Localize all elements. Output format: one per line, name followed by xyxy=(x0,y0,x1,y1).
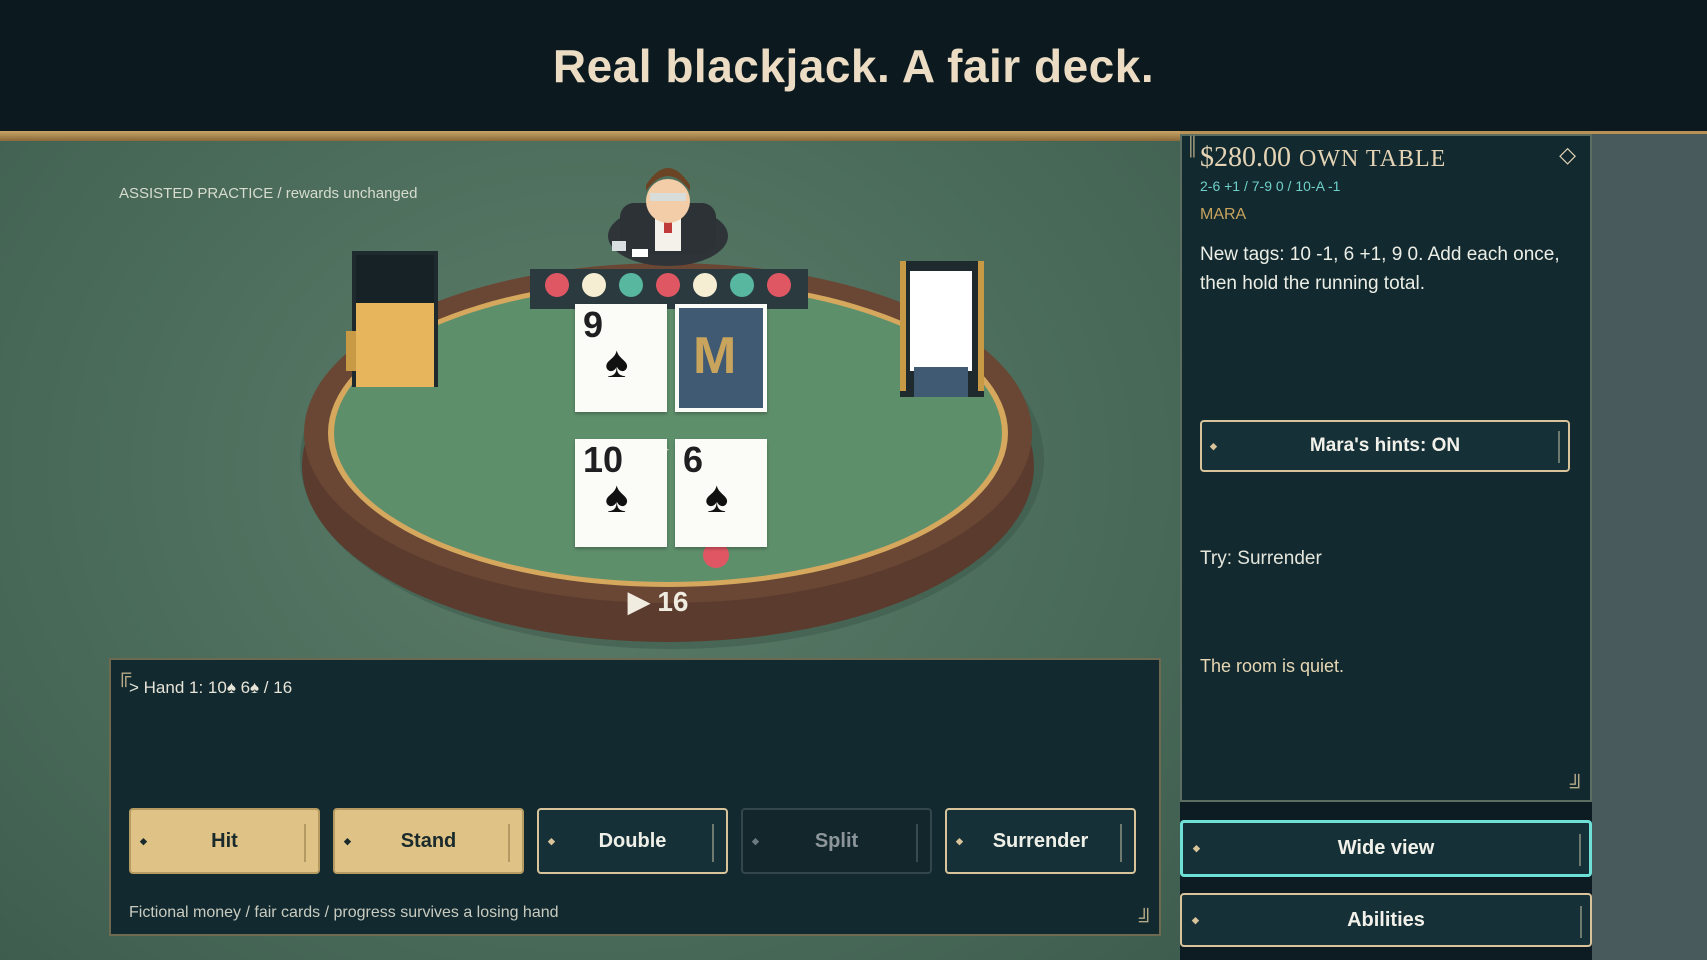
card-shoe xyxy=(346,251,438,387)
corner-mark-icon: ╝ xyxy=(1138,909,1153,931)
diamond-icon: ◆ xyxy=(752,836,759,846)
corner-mark-icon: ╝ xyxy=(1569,775,1584,797)
dealer-figure xyxy=(608,168,728,266)
button-divider xyxy=(916,824,918,862)
hand-log: > Hand 1: 10♠ 6♠ / 16 xyxy=(129,678,293,697)
button-divider xyxy=(1579,834,1581,866)
card-rank: 9 xyxy=(583,304,604,345)
bankroll: $280.00 OWN TABLE xyxy=(1200,142,1446,174)
count-tags: 2-6 +1 / 7-9 0 / 10-A -1 xyxy=(1200,178,1341,194)
speaker-name: MARA xyxy=(1200,206,1247,223)
button-divider xyxy=(1558,431,1560,463)
hints-toggle-button[interactable]: ◆ Mara's hints: ON xyxy=(1200,420,1570,472)
wide-view-label: Wide view xyxy=(1337,837,1435,859)
player-card-1: 10 ♠ xyxy=(575,439,667,547)
double-button[interactable]: ◆ Double xyxy=(537,808,728,874)
button-divider xyxy=(1120,824,1122,862)
spade-icon: ♠ xyxy=(605,338,629,387)
action-console: ╔ > Hand 1: 10♠ 6♠ / 16 ◆ Hit ◆ Stand ◆ … xyxy=(109,658,1161,936)
diamond-icon: ◆ xyxy=(548,836,555,846)
console-footnote: Fictional money / fair cards / progress … xyxy=(129,904,559,921)
banner-title: Real blackjack. A fair deck. xyxy=(552,39,1155,92)
gold-rail xyxy=(0,131,1180,141)
info-panel: ║ $280.00 OWN TABLE ◇ 2-6 +1 / 7-9 0 / 10… xyxy=(1180,134,1592,802)
dealer-card-1: 9 ♠ xyxy=(575,304,667,412)
hit-button[interactable]: ◆ Hit xyxy=(129,808,320,874)
diamond-icon: ◆ xyxy=(956,836,963,846)
card-back-mark: M xyxy=(693,327,737,385)
split-button[interactable]: ◆ Split xyxy=(741,808,932,874)
surrender-button[interactable]: ◆ Surrender xyxy=(945,808,1136,874)
spade-icon: ♠ xyxy=(605,473,629,522)
button-divider xyxy=(508,824,510,862)
stand-button[interactable]: ◆ Stand xyxy=(333,808,524,874)
hit-label: Hit xyxy=(211,829,238,852)
diamond-icon: ◆ xyxy=(1192,915,1199,925)
discard-tray xyxy=(900,261,984,397)
card-rank: 6 xyxy=(683,439,704,480)
diamond-icon[interactable]: ◇ xyxy=(1559,142,1576,168)
diamond-icon: ◆ xyxy=(140,836,147,846)
bankroll-amount: $280.00 xyxy=(1200,142,1291,173)
coach-tip: New tags: 10 -1, 6 +1, 9 0. Add each onc… xyxy=(1200,244,1560,294)
room-status: The room is quiet. xyxy=(1200,656,1345,676)
hints-label: Mara's hints: ON xyxy=(1309,435,1461,456)
side-strip xyxy=(1592,134,1707,960)
button-divider xyxy=(712,824,714,862)
spade-icon: ♠ xyxy=(705,473,729,522)
stand-label: Stand xyxy=(400,829,457,852)
button-divider xyxy=(1580,906,1582,938)
player-card-2: 6 ♠ xyxy=(675,439,767,547)
top-banner: Real blackjack. A fair deck. xyxy=(0,0,1707,131)
diamond-icon: ◆ xyxy=(1193,843,1200,853)
suggestion-text: Try: Surrender xyxy=(1200,548,1322,569)
wide-view-button[interactable]: ◆ Wide view xyxy=(1180,820,1592,877)
corner-mark-icon: ║ xyxy=(1186,136,1199,156)
button-divider xyxy=(304,824,306,862)
abilities-button[interactable]: ◆ Abilities xyxy=(1180,893,1592,947)
practice-note: ASSISTED PRACTICE / rewards unchanged xyxy=(119,185,418,202)
table-name: OWN TABLE xyxy=(1299,146,1447,172)
hand-total: ▶ 16 xyxy=(628,586,689,617)
surrender-label: Surrender xyxy=(992,829,1089,852)
action-buttons: ◆ Hit ◆ Stand ◆ Double ◆ Split ◆ Surrend… xyxy=(129,808,1136,874)
diamond-icon: ◆ xyxy=(344,836,351,846)
dealer-card-hidden: M xyxy=(675,304,767,412)
double-label: Double xyxy=(598,829,667,852)
diamond-icon: ◆ xyxy=(1210,441,1217,451)
abilities-label: Abilities xyxy=(1347,908,1425,931)
split-label: Split xyxy=(814,829,859,852)
